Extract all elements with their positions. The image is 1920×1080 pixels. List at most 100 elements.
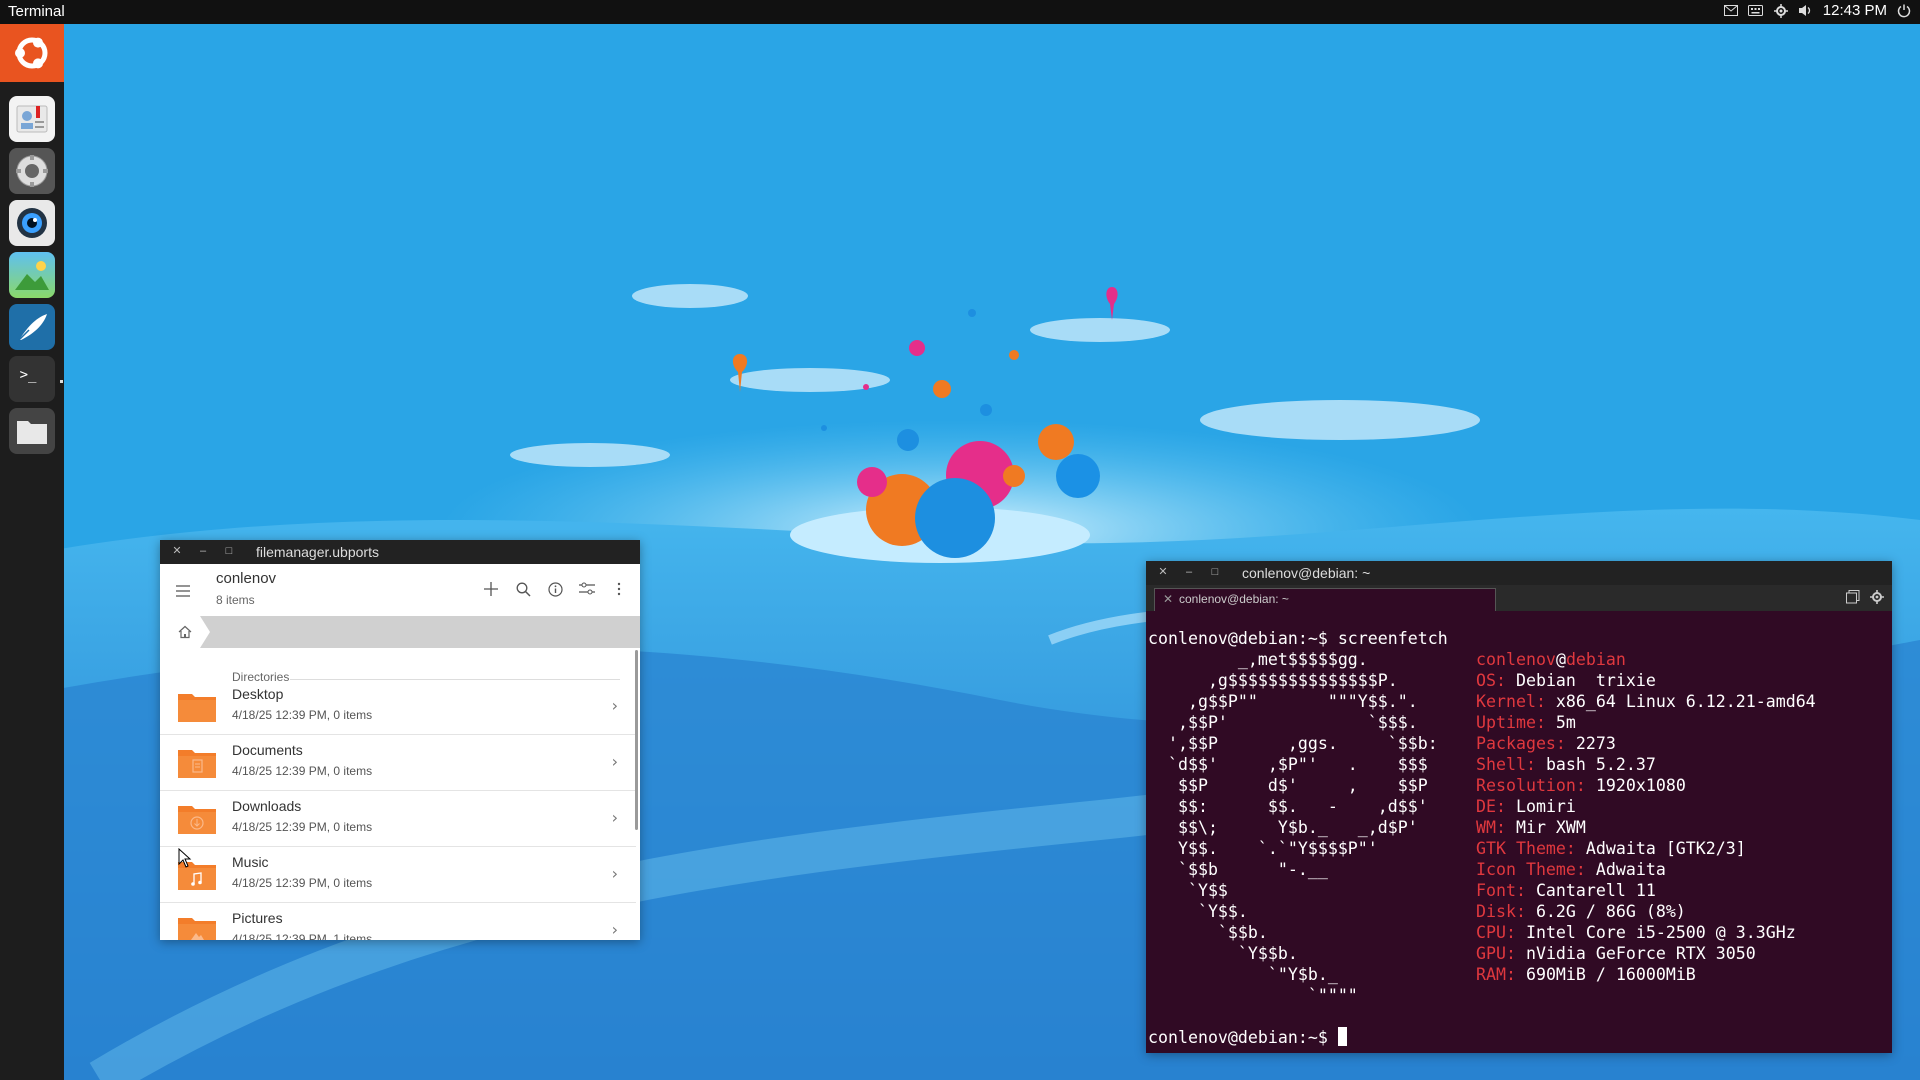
maximize-icon[interactable]: □	[1208, 565, 1222, 579]
ascii-logo-line: `$$b.	[1148, 923, 1268, 942]
info-line: Icon Theme: Adwaita	[1476, 859, 1666, 880]
overflow-menu-icon[interactable]	[610, 580, 628, 598]
ascii-logo-line: Y$$. `.`"Y$$$$P"'	[1148, 839, 1378, 858]
list-item-documents[interactable]: Documents 4/18/25 12:39 PM, 0 items ›	[160, 734, 636, 791]
ascii-logo-line: ,$$P' `$$$.	[1148, 713, 1418, 732]
chevron-right-icon: ›	[611, 864, 618, 883]
info-label: GTK Theme:	[1476, 839, 1576, 858]
terminal-tab-bar: ✕ conlenov@debian: ~	[1146, 585, 1892, 611]
keyboard-icon[interactable]	[1748, 3, 1764, 19]
info-label: CPU:	[1476, 923, 1516, 942]
chevron-right-icon: ›	[611, 696, 618, 715]
list-item-downloads[interactable]: Downloads 4/18/25 12:39 PM, 0 items ›	[160, 790, 636, 847]
clock[interactable]: 12:43 PM	[1823, 2, 1887, 19]
ascii-logo-line: `Y$$	[1148, 881, 1228, 900]
settings-gear-icon[interactable]	[9, 148, 55, 194]
info-value: 690MiB / 16000MiB	[1515, 965, 1696, 984]
info-label: DE:	[1476, 797, 1506, 816]
ubuntu-logo-icon[interactable]	[0, 24, 64, 82]
ascii-logo-line: `Y$$.	[1148, 902, 1248, 921]
list-item-music[interactable]: Music 4/18/25 12:39 PM, 0 items ›	[160, 846, 636, 903]
minimize-icon[interactable]: –	[1182, 565, 1196, 579]
info-value: x86_64 Linux 6.12.21-amd64	[1545, 692, 1816, 711]
new-tab-icon[interactable]	[1846, 589, 1860, 608]
info-line: Kernel: x86_64 Linux 6.12.21-amd64	[1476, 691, 1816, 712]
info-line: CPU: Intel Core i5-2500 @ 3.3GHz	[1476, 922, 1796, 943]
close-tab-icon[interactable]: ✕	[1163, 589, 1173, 609]
info-label: Packages:	[1476, 734, 1566, 753]
info-line: Resolution: 1920x1080	[1476, 775, 1686, 796]
item-count: 8 items	[216, 593, 255, 607]
chevron-right-icon: ›	[611, 808, 618, 827]
close-icon[interactable]: ✕	[1156, 565, 1170, 579]
chevron-right-icon: ›	[611, 920, 618, 939]
info-icon[interactable]	[546, 580, 564, 598]
info-value: bash 5.2.37	[1535, 755, 1656, 774]
info-line: Uptime: 5m	[1476, 712, 1576, 733]
mail-icon[interactable]	[1723, 3, 1739, 19]
prompt: conlenov@debian:~$	[1148, 1028, 1338, 1047]
breadcrumb	[160, 616, 640, 648]
settings-gear-icon[interactable]	[1870, 589, 1884, 608]
session-icon[interactable]	[1896, 3, 1912, 19]
info-value: Intel Core i5-2500 @ 3.3GHz	[1515, 923, 1796, 942]
item-meta: 4/18/25 12:39 PM, 0 items	[232, 820, 373, 834]
file-manager-icon[interactable]	[9, 408, 55, 454]
file-list: Directories Desktop 4/18/25 12:39 PM, 0 …	[160, 648, 640, 940]
prompt-line[interactable]: conlenov@debian:~$	[1148, 1027, 1347, 1048]
item-meta: 4/18/25 12:39 PM, 0 items	[232, 876, 373, 890]
info-line: GTK Theme: Adwaita [GTK2/3]	[1476, 838, 1746, 859]
volume-icon[interactable]	[1798, 3, 1814, 19]
info-value: nVidia GeForce RTX 3050	[1515, 944, 1756, 963]
terminal-tab[interactable]: ✕ conlenov@debian: ~	[1154, 588, 1496, 611]
info-line: OS: Debian trixie	[1476, 670, 1656, 691]
contacts-icon[interactable]	[9, 96, 55, 142]
sort-settings-icon[interactable]	[578, 580, 596, 598]
info-label: WM:	[1476, 818, 1506, 837]
terminal-icon[interactable]: >_	[9, 356, 55, 402]
file-manager-window[interactable]: ✕ – □ filemanager.ubports conlenov 8 ite…	[160, 540, 640, 940]
ascii-logo-line: $$\; Y$b._ _,d$P'	[1148, 818, 1418, 837]
info-value: Adwaita [GTK2/3]	[1575, 839, 1746, 858]
info-label: Disk:	[1476, 902, 1526, 921]
info-line: Shell: bash 5.2.37	[1476, 754, 1656, 775]
info-line: Packages: 2273	[1476, 733, 1616, 754]
folder-icon	[178, 694, 216, 722]
running-indicator	[60, 380, 63, 383]
chevron-right-icon: ›	[611, 752, 618, 771]
gallery-icon[interactable]	[9, 252, 55, 298]
camera-icon[interactable]	[9, 200, 55, 246]
command-line: conlenov@debian:~$ screenfetch	[1148, 629, 1448, 648]
close-icon[interactable]: ✕	[170, 544, 184, 558]
active-app-title: Terminal	[8, 3, 65, 20]
text-editor-icon[interactable]	[9, 304, 55, 350]
scrollbar[interactable]	[635, 650, 638, 830]
terminal-window[interactable]: ✕ – □ conlenov@debian: ~ ✕ conlenov@debi…	[1146, 561, 1892, 1053]
maximize-icon[interactable]: □	[222, 544, 236, 558]
text-cursor	[1337, 1027, 1347, 1046]
info-value: Lomiri	[1505, 797, 1576, 816]
list-item-pictures[interactable]: Pictures 4/18/25 12:39 PM, 1 items ›	[160, 902, 636, 940]
info-line: DE: Lomiri	[1476, 796, 1576, 817]
ascii-logo-line: _,met$$$$$gg.	[1148, 650, 1368, 669]
info-value: Adwaita	[1585, 860, 1666, 879]
terminal-titlebar[interactable]: ✕ – □ conlenov@debian: ~	[1146, 561, 1892, 585]
network-icon[interactable]	[1773, 3, 1789, 19]
list-item-desktop[interactable]: Desktop 4/18/25 12:39 PM, 0 items ›	[160, 678, 636, 735]
item-meta: 4/18/25 12:39 PM, 1 items	[232, 932, 373, 940]
file-manager-header: conlenov 8 items	[160, 564, 640, 616]
info-label: Shell:	[1476, 755, 1536, 774]
search-icon[interactable]	[514, 580, 532, 598]
info-value: Mir XWM	[1505, 818, 1586, 837]
ascii-logo-line: ,g$$$$$$$$$$$$$$$P.	[1148, 671, 1398, 690]
hamburger-menu-icon[interactable]	[176, 582, 190, 601]
add-icon[interactable]	[482, 580, 500, 598]
home-icon[interactable]	[160, 616, 210, 648]
info-label: Font:	[1476, 881, 1526, 900]
ascii-logo-line: $$: $$. - ,d$$'	[1148, 797, 1428, 816]
info-label: Resolution:	[1476, 776, 1586, 795]
tab-title: conlenov@debian: ~	[1179, 592, 1289, 606]
ascii-logo-line: `$$b "-.__	[1148, 860, 1328, 879]
minimize-icon[interactable]: –	[196, 544, 210, 558]
file-manager-titlebar[interactable]: ✕ – □ filemanager.ubports	[160, 540, 640, 564]
